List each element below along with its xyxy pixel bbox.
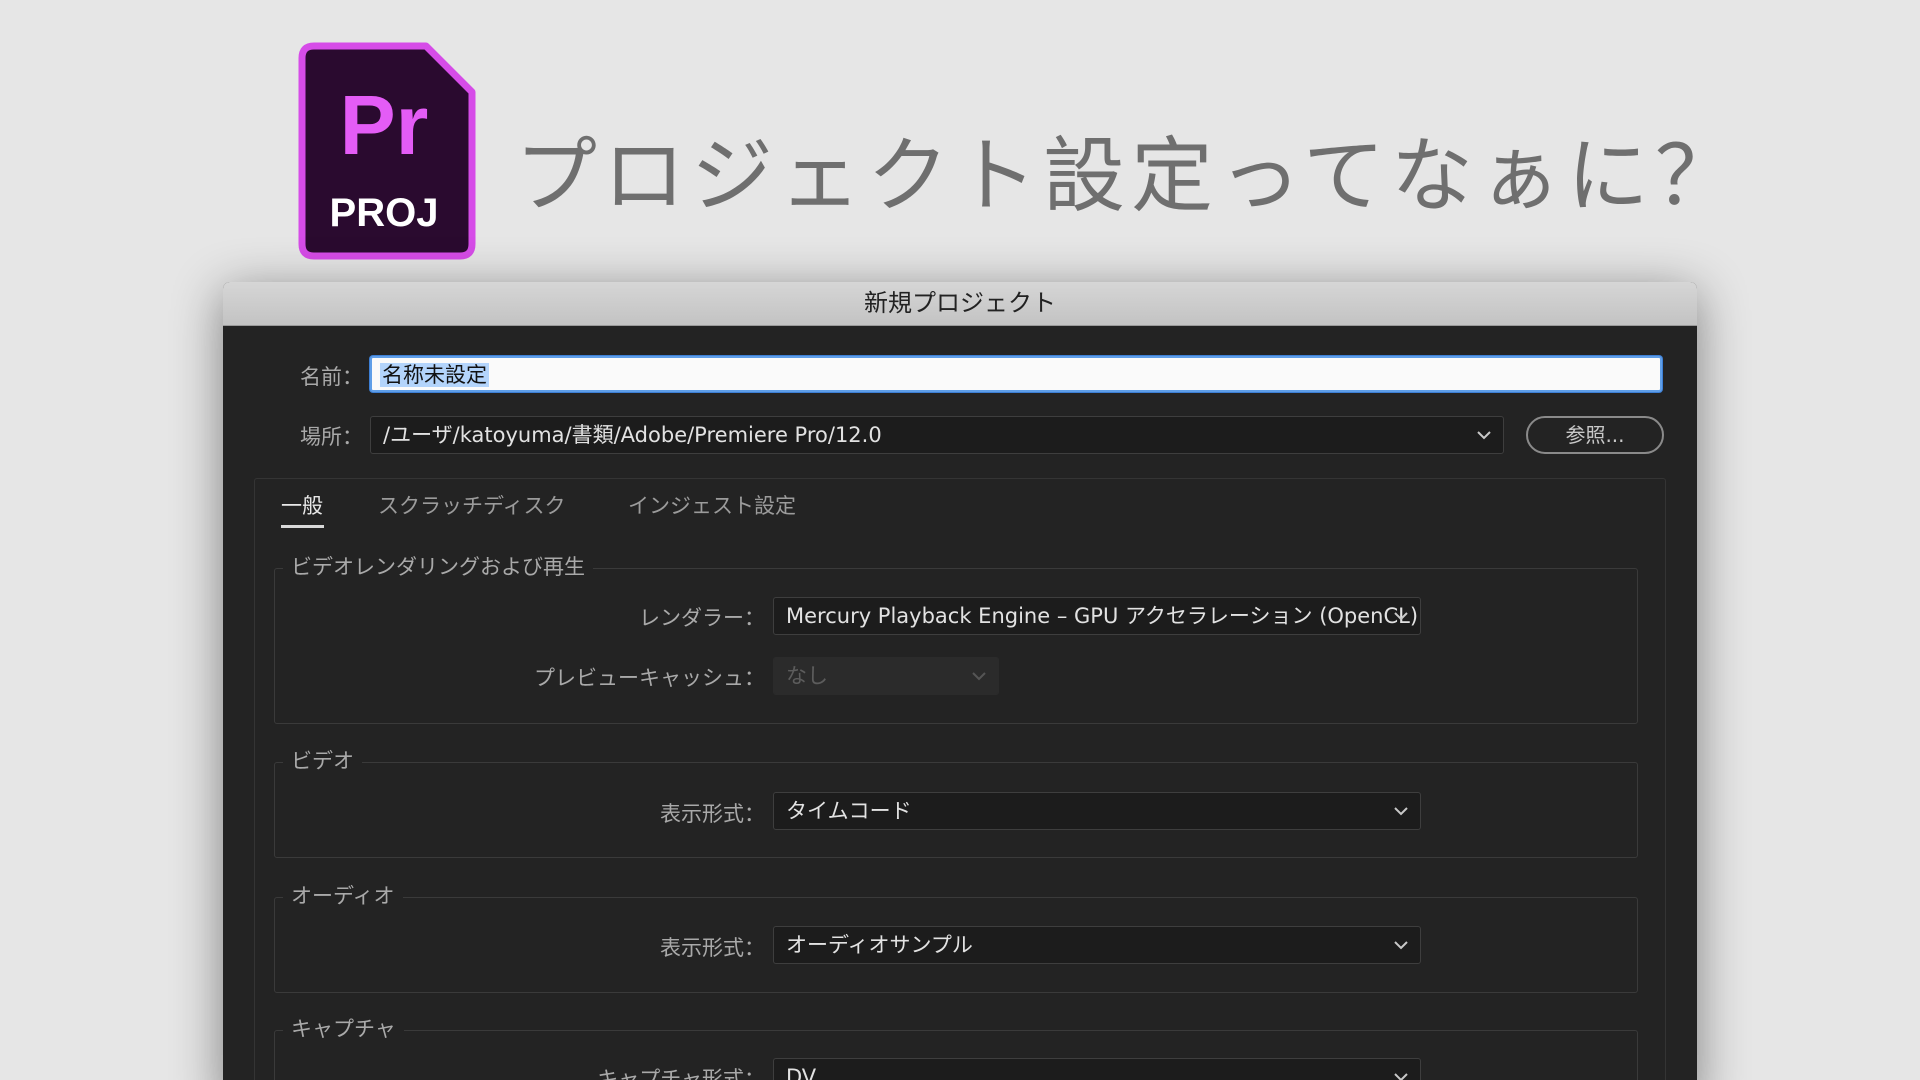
preview-cache-label: プレビューキャッシュ： [534,666,765,690]
tab-ingest-settings[interactable]: インジェスト設定 [628,490,796,520]
preview-cache-dropdown: なし [773,657,999,695]
tab-general[interactable]: 一般 [281,490,323,520]
chevron-down-icon [972,672,986,681]
browse-button[interactable]: 参照... [1526,416,1664,454]
group-capture-title: キャプチャ [283,1016,404,1042]
headline-title: プロジェクト設定ってなぁに？ [515,129,1743,224]
icon-pr-text: Pr [340,78,429,172]
capture-format-value: DV [786,1065,817,1080]
audio-display-format-dropdown[interactable]: オーディオサンプル [773,926,1421,964]
active-tab-indicator [281,525,324,528]
icon-proj-text: PROJ [330,191,439,235]
project-name-input[interactable]: 名称未設定 [370,356,1662,392]
chevron-down-icon [1477,431,1491,440]
group-audio-title: オーディオ [283,883,403,909]
chevron-down-icon [1394,807,1408,816]
video-display-format-dropdown[interactable]: タイムコード [773,792,1421,830]
name-label: 名前： [300,365,363,389]
preview-cache-value: なし [786,664,828,688]
renderer-value: Mercury Playback Engine – GPU アクセラレーション … [786,604,1419,628]
chevron-down-icon [1394,612,1408,621]
location-label: 場所： [300,425,363,449]
audio-display-format-label: 表示形式： [660,936,765,960]
location-value: /ユーザ/katoyuma/書類/Adobe/Premiere Pro/12.0 [383,423,882,447]
capture-format-dropdown[interactable]: DV [773,1058,1421,1080]
project-name-value: 名称未設定 [380,363,489,387]
new-project-dialog: 新規プロジェクト 名前： 名称未設定 場所： /ユーザ/katoyuma/書類/… [223,282,1697,1080]
audio-display-format-value: オーディオサンプル [786,933,973,957]
group-video-rendering [274,568,1638,724]
video-display-format-value: タイムコード [786,799,912,823]
dialog-title: 新規プロジェクト [223,282,1697,326]
screenshot-root: Pr PROJ プロジェクト設定ってなぁに？ 新規プロジェクト 名前： 名称未設… [0,0,1920,1080]
chevron-down-icon [1394,1073,1408,1080]
group-video-rendering-title: ビデオレンダリングおよび再生 [283,554,593,580]
premiere-project-file-icon: Pr PROJ [298,42,476,260]
video-display-format-label: 表示形式： [660,802,765,826]
location-dropdown[interactable]: /ユーザ/katoyuma/書類/Adobe/Premiere Pro/12.0 [370,416,1504,454]
renderer-label: レンダラー： [639,606,765,630]
tab-scratch-disks[interactable]: スクラッチディスク [378,490,566,520]
renderer-dropdown[interactable]: Mercury Playback Engine – GPU アクセラレーション … [773,597,1421,635]
capture-format-label: キャプチャ形式： [597,1067,765,1080]
group-video-title: ビデオ [283,748,362,774]
chevron-down-icon [1394,941,1408,950]
